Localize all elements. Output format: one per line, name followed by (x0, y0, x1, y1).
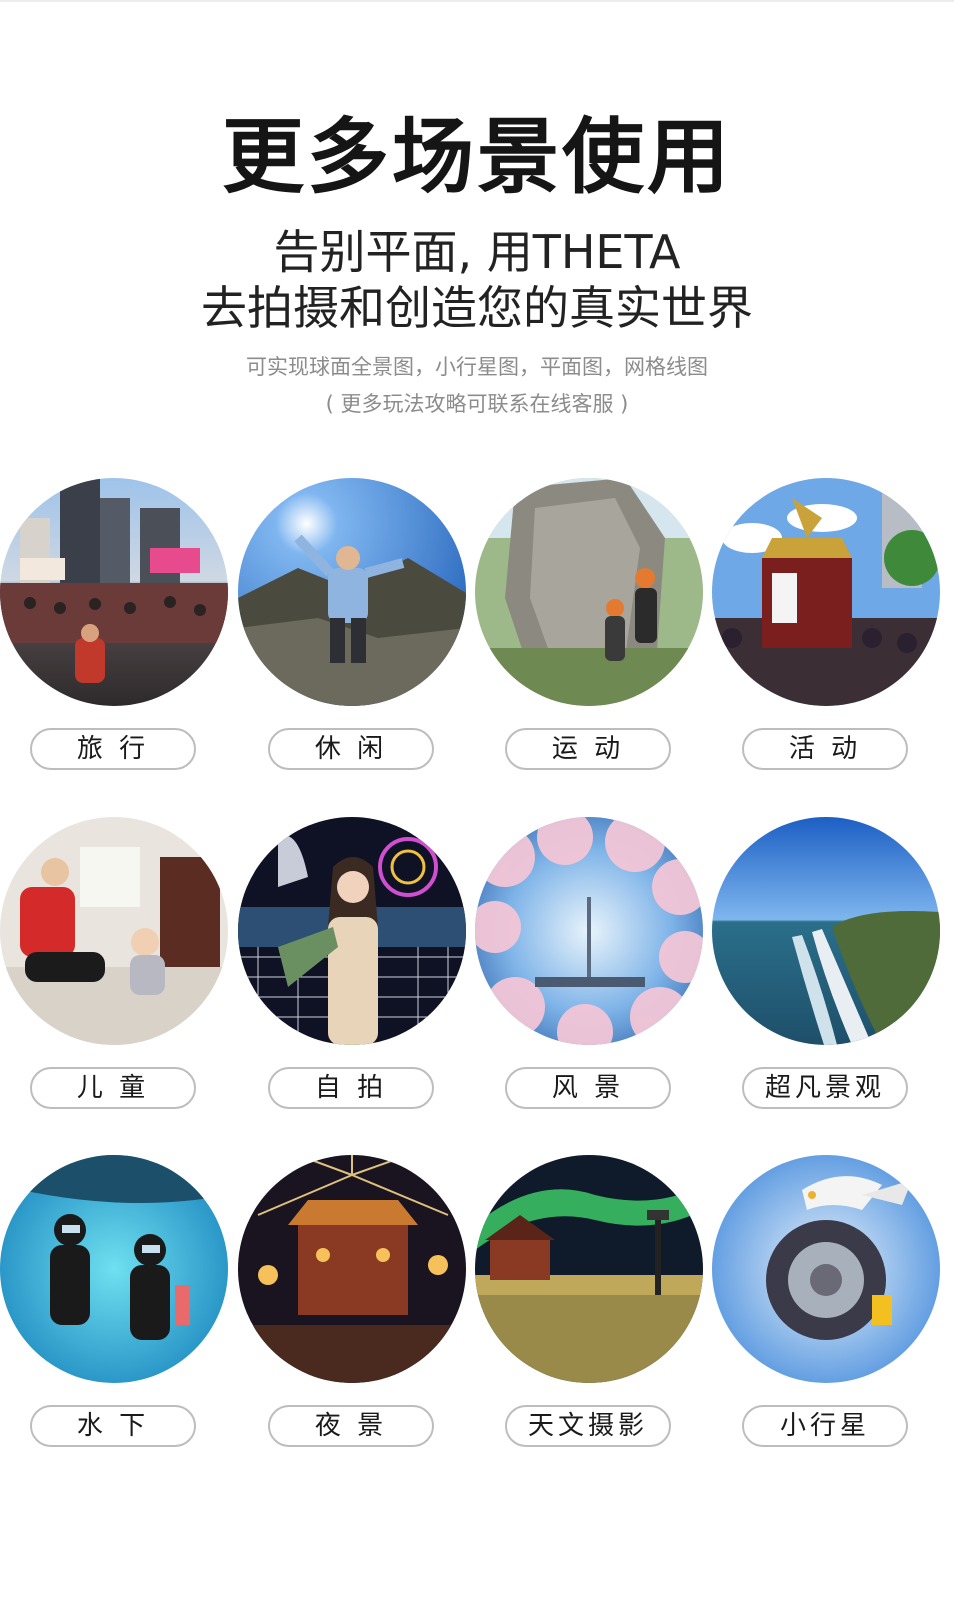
tiny-planet-seagull-photo (712, 1155, 940, 1383)
scene-label-underwater[interactable]: 水 下 (30, 1405, 196, 1447)
scene-label-sports[interactable]: 运 动 (505, 728, 671, 770)
scene-label-spectacular[interactable]: 超凡景观 (742, 1067, 908, 1109)
scene-label-selfie[interactable]: 自 拍 (268, 1067, 434, 1109)
scuba-divers-photo (0, 1155, 228, 1383)
scene-label-leisure[interactable]: 休 闲 (268, 728, 434, 770)
hiker-summit-photo (238, 478, 466, 706)
festival-fireworks-photo (238, 1155, 466, 1383)
scene-label-events[interactable]: 活 动 (742, 728, 908, 770)
scene-label-tiny-planet[interactable]: 小行星 (742, 1405, 908, 1447)
scene-label-scenery[interactable]: 风 景 (505, 1067, 671, 1109)
times-square-photo (0, 478, 228, 706)
scene-label-astro[interactable]: 天文摄影 (505, 1405, 671, 1447)
aurora-night-photo (475, 1155, 703, 1383)
scene-label-kids[interactable]: 儿 童 (30, 1067, 196, 1109)
night-selfie-photo (238, 817, 466, 1045)
scene-grid: 旅 行 休 闲 运 动 活 动 儿 童 自 拍 风 景 超凡景观 水 下 夜 景… (0, 0, 954, 1600)
cherry-blossom-photo (475, 817, 703, 1045)
mother-baby-photo (0, 817, 228, 1045)
coastline-aerial-photo (712, 817, 940, 1045)
festival-shrine-photo (712, 478, 940, 706)
scene-label-night[interactable]: 夜 景 (268, 1405, 434, 1447)
rock-climbing-photo (475, 478, 703, 706)
scene-label-travel[interactable]: 旅 行 (30, 728, 196, 770)
